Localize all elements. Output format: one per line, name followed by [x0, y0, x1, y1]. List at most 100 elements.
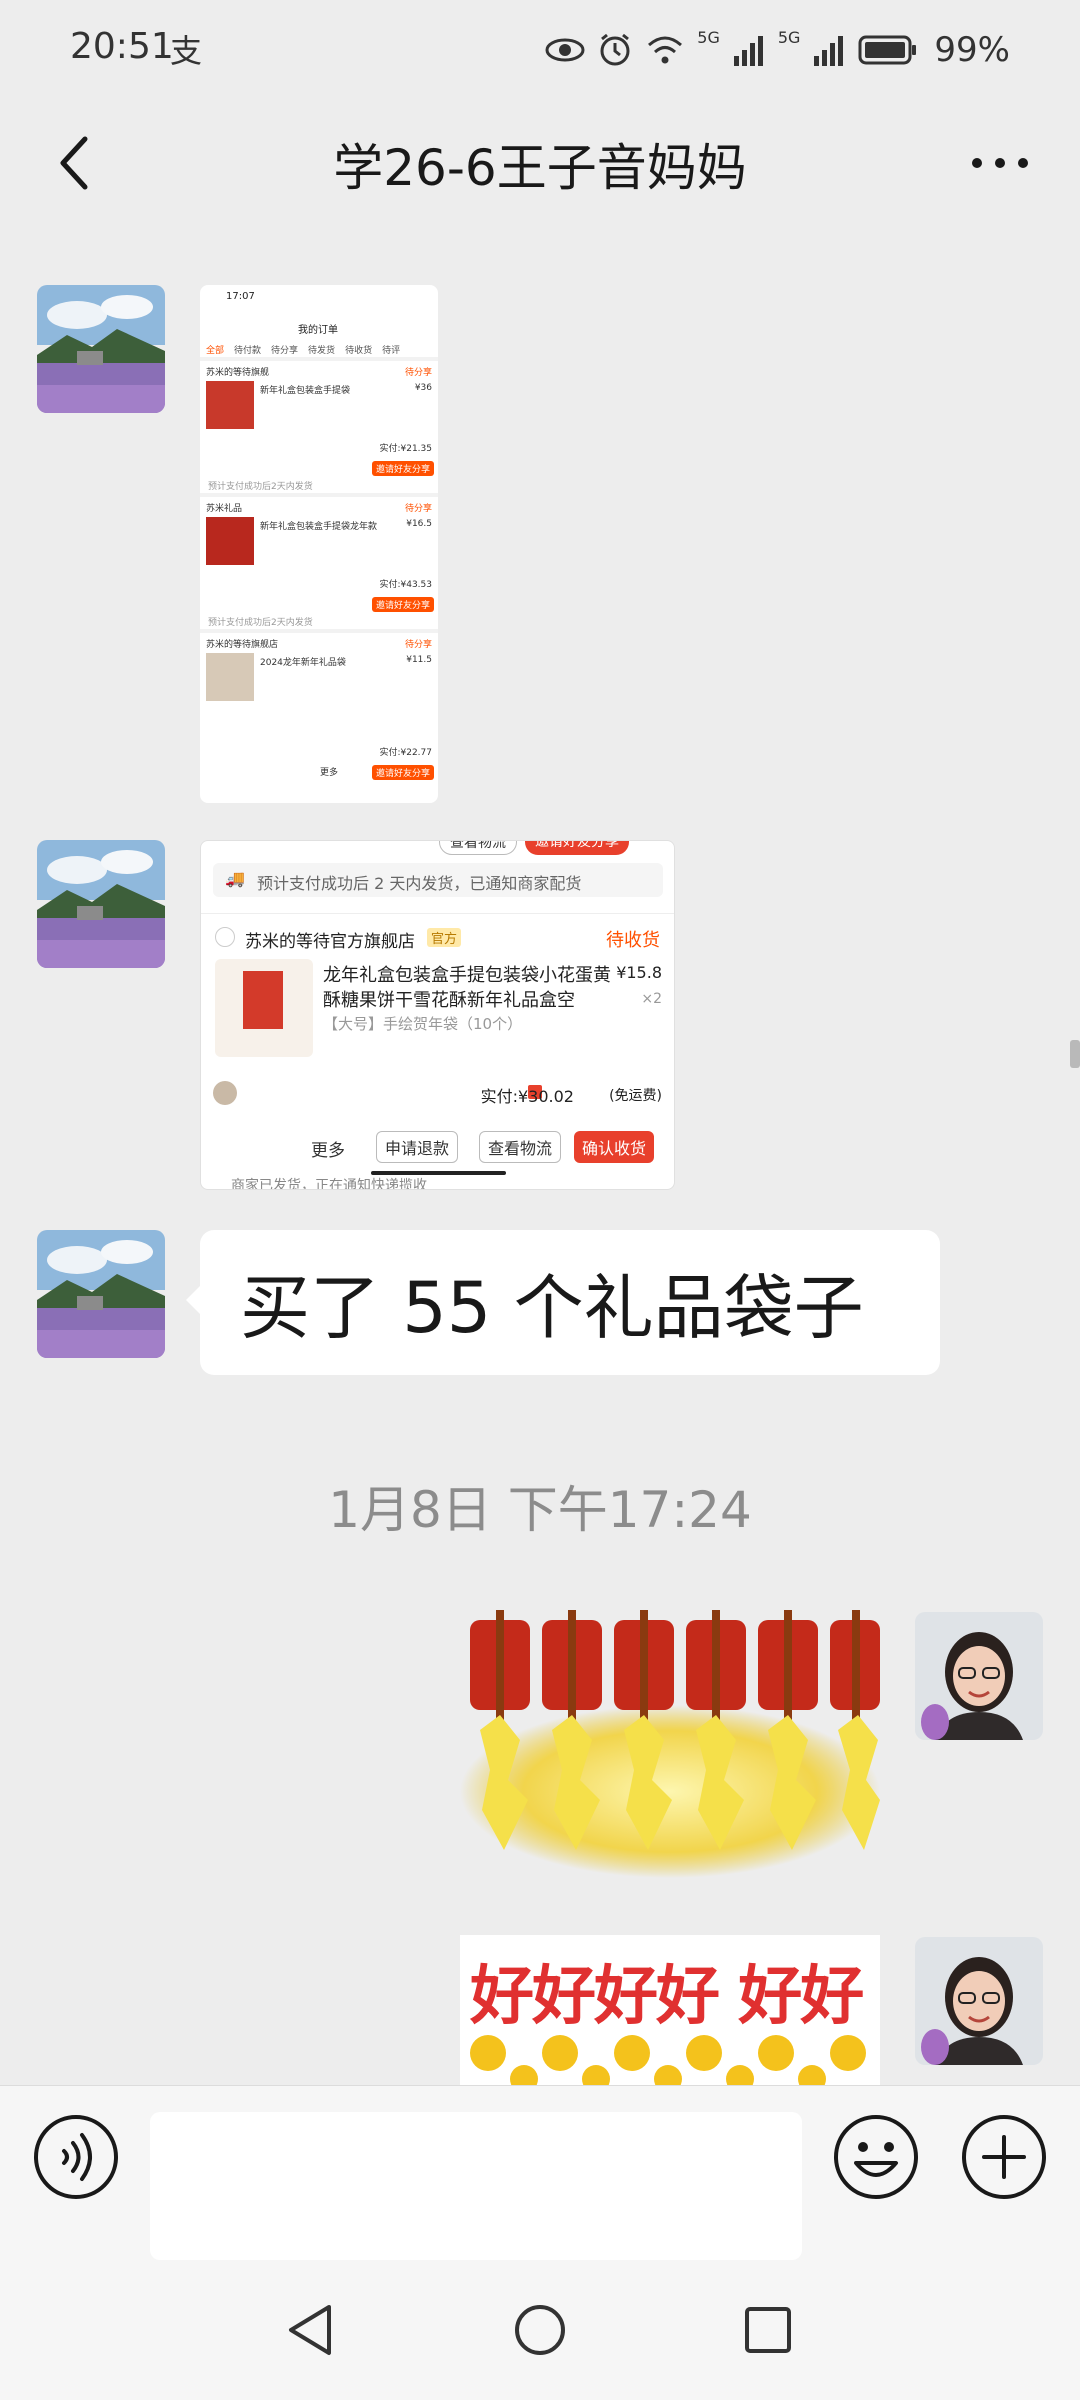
my-avatar-photo: [915, 1937, 1043, 2065]
shot2-store-badge: 官方: [427, 928, 462, 947]
shot2-price: ¥15.8: [616, 963, 662, 982]
shot1-store: 苏米的等待旗舰: [206, 368, 270, 378]
haohao-sticker[interactable]: 好好好好 好好: [460, 1935, 880, 2085]
status-icons: 5G 5G 99%: [545, 22, 1010, 78]
shot2-user-avatar: [213, 1081, 237, 1105]
shot1-order-card: 苏米礼品 待分享 新年礼盒包装盒手提袋龙年款 ¥16.5 实付:¥43.53 邀…: [200, 493, 438, 628]
plus-button[interactable]: [960, 2113, 1048, 2201]
battery-percentage: 99%: [934, 30, 1010, 70]
shot2-top-button: 邀请好友分享: [525, 841, 629, 855]
shot1-item: 新年礼盒包装盒手提袋: [260, 386, 351, 396]
circle-home-icon: [515, 2305, 565, 2355]
shot2-truck-icon: 🚚: [225, 869, 245, 888]
shot1-status: 待分享: [404, 504, 432, 514]
message-bubble[interactable]: 买了 55 个礼品袋子: [186, 1230, 940, 1375]
shot2-status: 待收货: [606, 930, 660, 951]
timestamp: 1月8日 下午17:24: [328, 1481, 752, 1539]
shot1-paid: 实付:¥43.53: [379, 580, 432, 590]
shot1-tabs: 全部 待付款 待分享 待发货 待收货 待评: [206, 343, 400, 356]
shot2-refund-button: 申请退款: [376, 1131, 459, 1163]
shot1-paid: 实付:¥22.77: [379, 748, 432, 758]
shot1-tab: 全部: [206, 346, 225, 356]
nav-back-button[interactable]: [270, 2290, 350, 2370]
system-nav-bar: [0, 2260, 1080, 2400]
shot1-status: 待分享: [404, 640, 432, 650]
title-bar: 学26-6王子音妈妈: [0, 100, 1080, 230]
shot2-bottom-notice: 商家已发货，正在通知快递揽收: [231, 1178, 427, 1190]
shot2-qty: ×2: [641, 991, 662, 1007]
avatar[interactable]: [37, 1230, 165, 1358]
shot1-button: 邀请好友分享: [371, 461, 434, 476]
network-type-2: 5G: [777, 28, 801, 47]
shot1-order-card: 苏米的等待旗舰店 待分享 2024龙年新年礼品袋 ¥11.5 实付:¥22.77…: [200, 629, 438, 803]
shot2-more-button: 更多: [311, 1141, 345, 1161]
shot2-store: 苏米的等待官方旗舰店: [245, 932, 415, 952]
shot1-product-image: [206, 653, 254, 701]
shot1-product-image: [206, 381, 254, 429]
eye-icon: [545, 38, 585, 62]
signal-icon-2: [814, 36, 844, 66]
more-dots-icon: [972, 158, 1028, 168]
nav-recents-button[interactable]: [728, 2290, 808, 2370]
avatar-landscape-image: [37, 840, 165, 968]
triangle-back-icon: [289, 2305, 331, 2355]
emoji-button[interactable]: [832, 2113, 920, 2201]
voice-button[interactable]: [32, 2113, 120, 2201]
divider: [201, 913, 674, 914]
avatar-landscape-image: [37, 285, 165, 413]
avatar[interactable]: [37, 285, 165, 413]
order-detail-screenshot[interactable]: 查看物流 邀请好友分享 🚚 预计支付成功后 2 天内发货，已通知商家配货 苏米的…: [200, 840, 675, 1190]
gift-bag-shape: [243, 971, 283, 1029]
shot1-paid: 实付:¥21.35: [379, 444, 432, 454]
shot1-price: ¥16.5: [406, 519, 432, 529]
firecracker-sticker[interactable]: [460, 1610, 880, 1878]
shot2-paid: 实付:¥30.02: [480, 1087, 574, 1106]
shot1-order-card: 苏米的等待旗舰 待分享 新年礼盒包装盒手提袋 ¥36 实付:¥21.35 邀请好…: [200, 357, 438, 492]
plus-icon: [962, 2115, 1046, 2199]
battery-icon: [858, 35, 917, 65]
shot1-tab: 待付款: [234, 346, 262, 356]
more-button[interactable]: [960, 128, 1040, 198]
voice-icon: [34, 2115, 118, 2199]
message-input[interactable]: [150, 2112, 802, 2260]
shot1-item: 新年礼盒包装盒手提袋龙年款: [260, 522, 378, 532]
shot2-confirm-button: 确认收货: [574, 1131, 655, 1163]
status-bar: 20:51 支 5G 5G 99%: [0, 0, 1080, 100]
shot1-product-image: [206, 517, 254, 565]
shot1-tab: 待收货: [345, 346, 373, 356]
avatar-landscape-image: [37, 1230, 165, 1358]
network-type-1: 5G: [697, 28, 720, 47]
shot2-product-line1: 龙年礼盒包装盒手提包装袋小花蛋黄: [323, 965, 611, 986]
alipay-notification-icon: 支: [170, 32, 203, 70]
nav-home-button[interactable]: [500, 2290, 580, 2370]
shot2-product-image: [215, 959, 313, 1057]
shot1-price: ¥11.5: [406, 655, 432, 665]
shot1-note: 预计支付成功后2天内发货: [208, 618, 313, 628]
chat-title: 学26-6王子音妈妈: [333, 139, 747, 197]
square-recents-icon: [745, 2307, 791, 2353]
order-list-screenshot[interactable]: 17:07 我的订单 全部 待付款 待分享 待发货 待收货 待评 苏米的等待旗舰…: [200, 285, 438, 803]
shot1-tab: 待发货: [308, 346, 336, 356]
home-indicator: [371, 1171, 506, 1175]
my-avatar[interactable]: [915, 1612, 1043, 1740]
shot1-store: 苏米礼品: [206, 504, 243, 514]
shot1-button: 邀请好友分享: [371, 597, 434, 612]
shot1-tab: 待评: [382, 346, 401, 356]
scroll-indicator[interactable]: [1070, 1040, 1080, 1068]
wifi-icon: [648, 36, 683, 64]
emoji-faces-image: [470, 2035, 866, 2085]
shot1-price: ¥36: [414, 383, 432, 393]
my-avatar-photo: [915, 1612, 1043, 1740]
shot2-top-button: 查看物流: [439, 841, 517, 855]
shot1-store: 苏米的等待旗舰店: [206, 640, 279, 650]
input-bar: [0, 2085, 1080, 2260]
avatar[interactable]: [37, 840, 165, 968]
shot1-tab: 待分享: [271, 346, 299, 356]
shot1-button: 邀请好友分享: [371, 765, 434, 780]
shot1-time: 17:07: [226, 291, 255, 302]
emoji-icon: [834, 2115, 918, 2199]
my-avatar[interactable]: [915, 1937, 1043, 2065]
shot2-logistics-button: 查看物流: [479, 1131, 562, 1163]
alarm-icon: [600, 33, 630, 66]
status-time: 20:51: [70, 26, 174, 67]
